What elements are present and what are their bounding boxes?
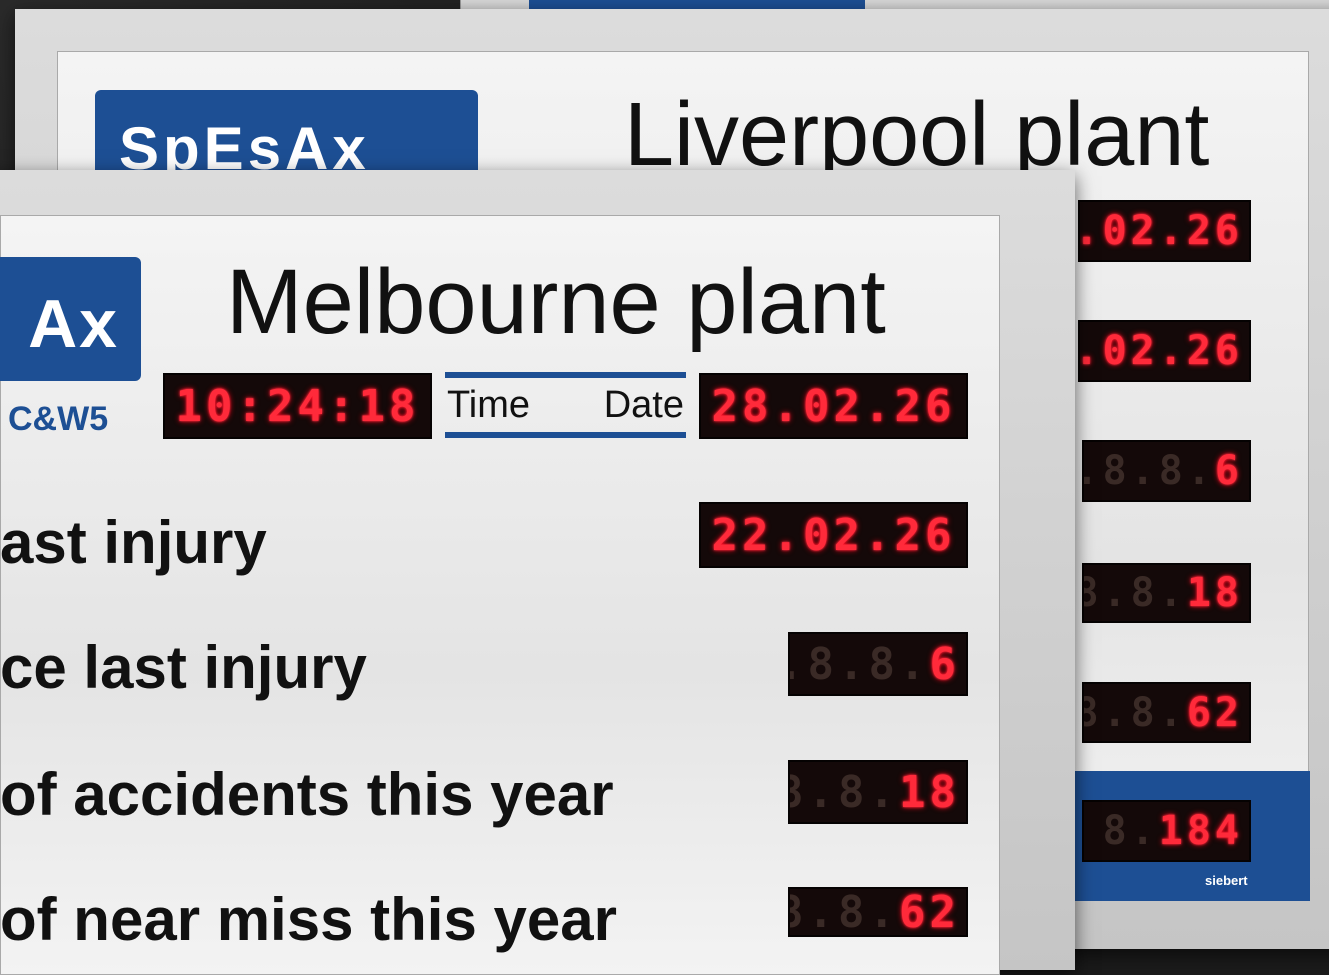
time-label: Time: [447, 383, 531, 426]
near-miss-year-display: 8.8. 62: [788, 887, 968, 937]
row-label-near-miss-year: of near miss this year: [0, 886, 617, 953]
liverpool-display-6: 8. 184: [1082, 800, 1251, 862]
time-display: 10:24:18: [163, 373, 432, 439]
row-label-days-since-injury: ce last injury: [0, 634, 367, 701]
time-date-label: Time Date: [445, 372, 686, 438]
siebert-brand: siebert: [1205, 873, 1248, 888]
liverpool-display-2: .02.26: [1078, 320, 1251, 382]
melbourne-logo: Ax: [0, 257, 141, 381]
liverpool-display-5: 8.8. 62: [1082, 682, 1251, 743]
melbourne-logo-text: Ax: [28, 286, 119, 362]
liverpool-display-4: 8.8. 18: [1082, 563, 1251, 623]
days-since-injury-display: 8.8.8.6: [788, 632, 968, 696]
melbourne-title: Melbourne plant: [226, 251, 886, 353]
date-label: Date: [603, 383, 684, 426]
melbourne-logo-subtitle: C&W5: [8, 400, 109, 438]
row-label-last-injury-date: ast injury: [0, 509, 267, 576]
row-label-accidents-year: of accidents this year: [0, 761, 614, 828]
date-display: 28.02.26: [699, 373, 968, 439]
liverpool-display-3: 8.8.8.6: [1082, 440, 1251, 502]
last-injury-date-display: 22.02.26: [699, 502, 968, 568]
accidents-year-display: 8.8. 18: [788, 760, 968, 824]
liverpool-display-1: .02.26: [1078, 200, 1251, 262]
